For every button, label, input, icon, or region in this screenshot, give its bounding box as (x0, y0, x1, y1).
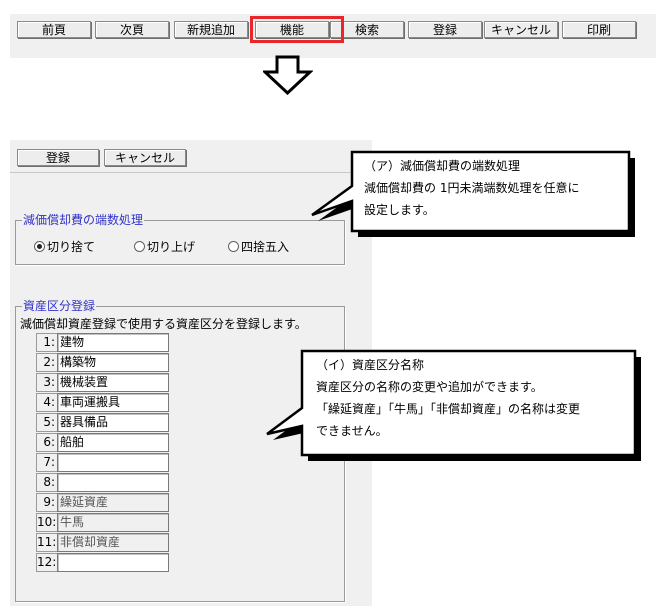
callout-a-line2: 設定します。 (364, 203, 435, 217)
callout-b-title: （イ）資産区分名称 (316, 358, 425, 372)
callout-a-line1: 減価償却費の 1円未満端数処理を任意に (364, 181, 580, 195)
callout-b-line3: できません。 (316, 424, 388, 438)
callout-layer (266, 150, 641, 461)
callout-a-title: （ア）減価償却費の端数処理 (364, 159, 521, 173)
callout-b-line2: 「繰延資産」「牛馬」「非償却資産」の名称は変更 (316, 402, 581, 416)
callout-b-line1: 資産区分の名称の変更や追加ができます。 (316, 380, 543, 394)
